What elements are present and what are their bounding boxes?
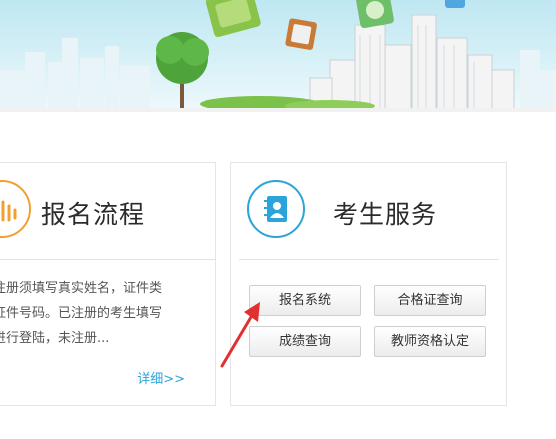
card-divider [0,259,215,260]
header-banner [0,0,556,112]
registration-process-card: 报名流程 注册须填写真实姓名，证件类 证件号码。已注册的考生填写 进行登陆，未注… [0,162,216,406]
annotation-arrow [220,302,260,368]
card-divider [239,259,499,260]
city-skyline-illustration [0,0,556,112]
teacher-qualification-button[interactable]: 教师资格认定 [374,326,486,357]
candidate-services-card: 考生服务 报名系统 合格证查询 成绩查询 教师资格认定 [230,162,507,406]
notice-text: 注册须填写真实姓名，证件类 证件号码。已注册的考生填写 进行登陆，未注册... [0,276,183,351]
card-title: 报名流程 [41,200,146,229]
details-link[interactable]: 详细>> [137,368,185,387]
notice-line: 进行登陆，未注册... [0,331,110,346]
certificate-query-button[interactable]: 合格证查询 [374,285,486,316]
notice-line: 注册须填写真实姓名，证件类 [0,281,163,296]
banner-bottom-strip [0,108,556,112]
hand-icon [0,180,31,238]
card-title: 考生服务 [333,200,438,229]
notice-line: 证件号码。已注册的考生填写 [0,306,163,321]
contact-book-icon [247,180,305,238]
